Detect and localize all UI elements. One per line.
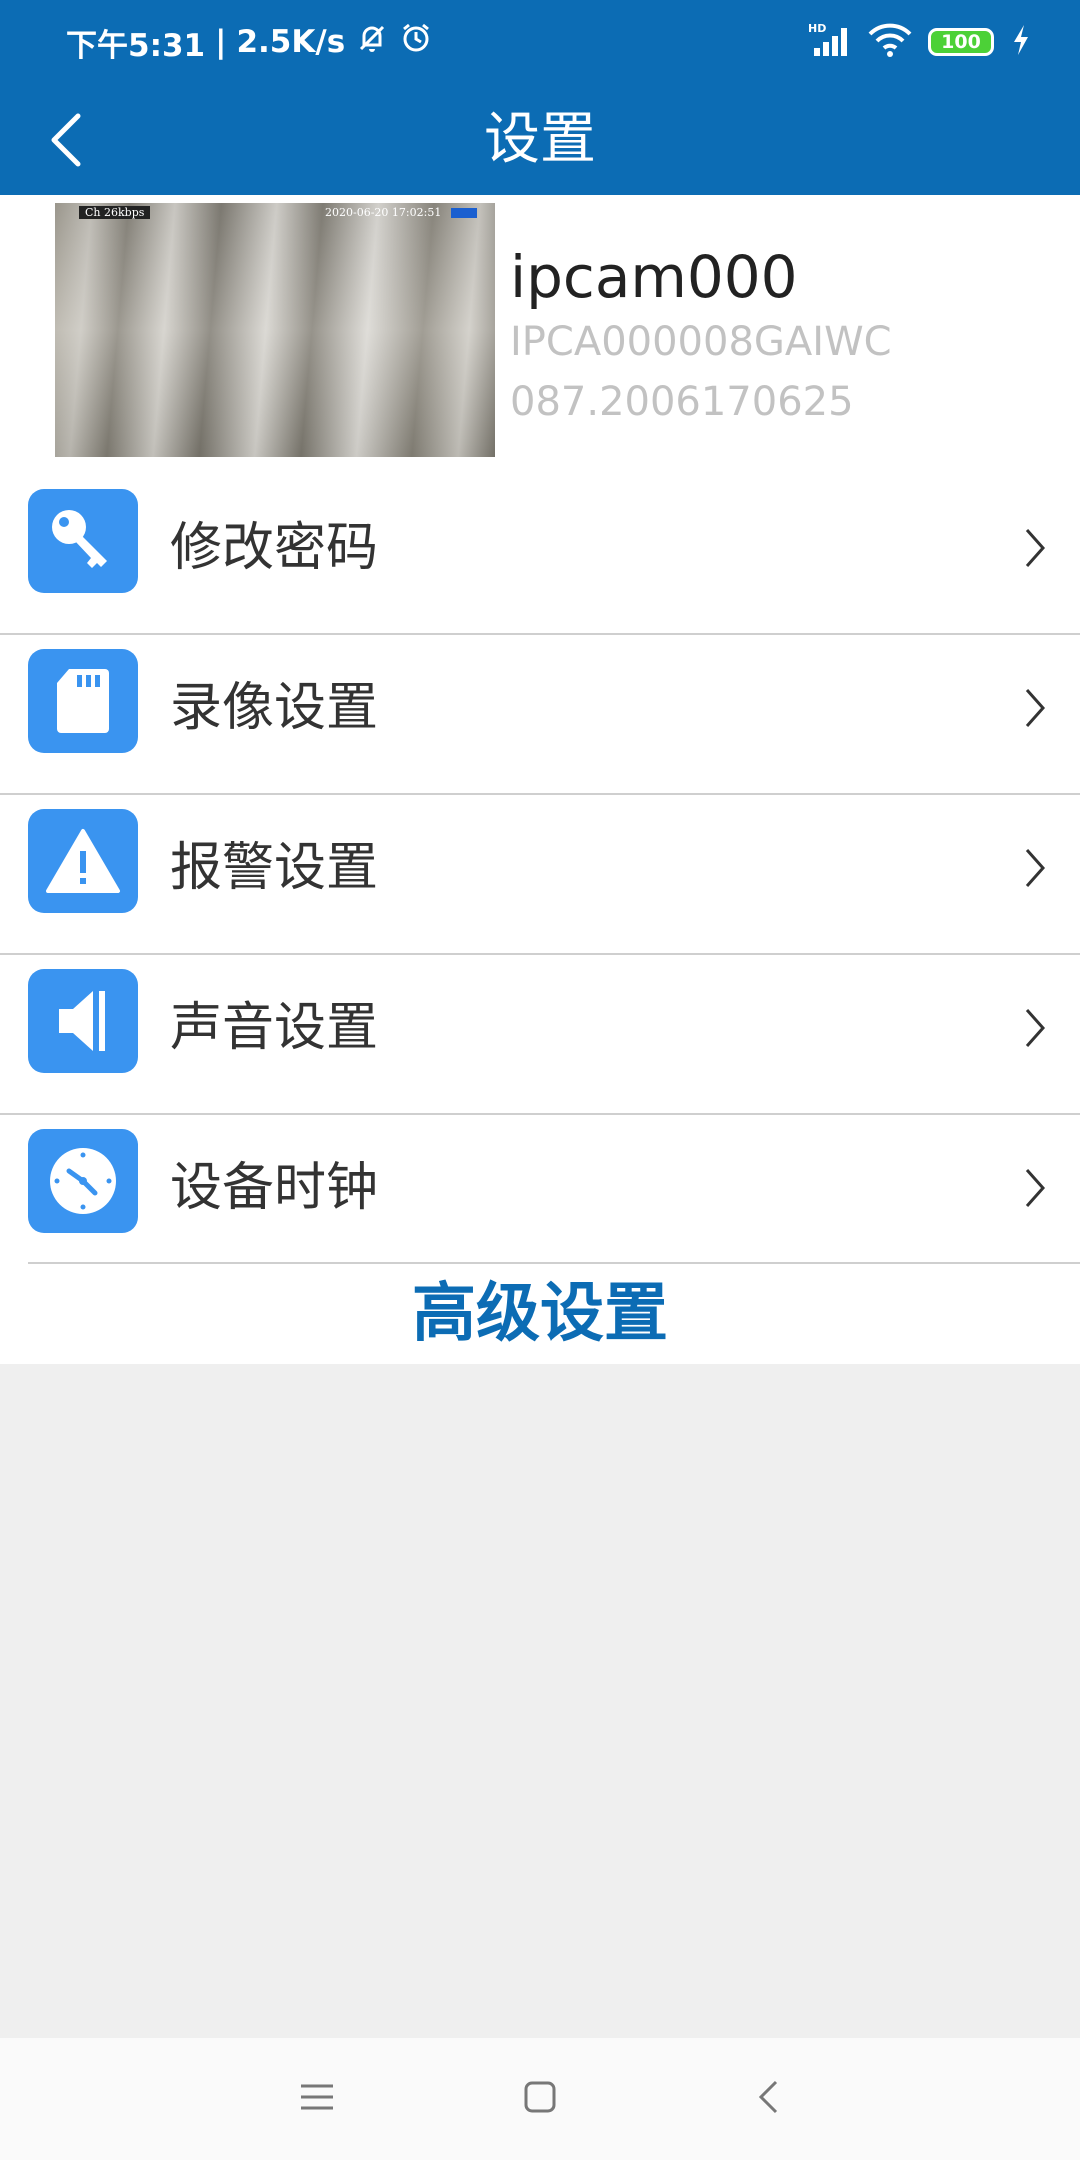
top-bar: 下午5:31 | 2.5K/s HD 100 设置 [0, 0, 1080, 195]
settings-menu: 修改密码 录像设置 报警设置 声音设置 设备时钟 [0, 475, 1080, 1275]
signal-icon: HD [808, 22, 852, 62]
advanced-settings-section: 高级设置 [0, 1262, 1080, 1364]
status-time: 下午5:31 [66, 27, 206, 64]
sd-card-icon [28, 649, 138, 753]
device-name: ipcam000 [510, 243, 798, 311]
menu-label: 声音设置 [170, 998, 379, 1058]
back-arrow-icon [46, 112, 86, 172]
nav-home-button[interactable] [505, 2064, 575, 2134]
menu-item-sound-settings[interactable]: 声音设置 [0, 955, 1080, 1115]
battery-indicator: 100 [928, 28, 994, 56]
preview-osd-rate: Ch 26kbps [79, 206, 151, 219]
camera-preview-thumbnail[interactable]: Ch 26kbps 2020-06-20 17:02:51 [55, 203, 495, 457]
menu-label: 修改密码 [170, 518, 379, 578]
svg-text:HD: HD [808, 22, 826, 35]
status-right: HD 100 [808, 20, 1032, 64]
chevron-right-icon [1020, 843, 1050, 893]
preview-osd-badge [451, 208, 477, 218]
nav-back-button[interactable] [733, 2064, 803, 2134]
chevron-right-icon [1020, 683, 1050, 733]
menu-item-change-password[interactable]: 修改密码 [0, 475, 1080, 635]
nav-menu-button[interactable] [282, 2064, 352, 2134]
device-info-panel: Ch 26kbps 2020-06-20 17:02:51 ipcam000 I… [0, 195, 1080, 475]
warning-icon [28, 809, 138, 913]
divider [28, 1262, 1080, 1264]
system-nav-bar [0, 2038, 1080, 2160]
key-icon [28, 489, 138, 593]
menu-label: 报警设置 [170, 838, 379, 898]
preview-osd-time: 2020-06-20 17:02:51 [325, 206, 442, 219]
menu-label: 设备时钟 [170, 1158, 379, 1218]
chevron-right-icon [1020, 1003, 1050, 1053]
device-firmware-version: 087.2006170625 [510, 379, 854, 425]
alarm-icon [399, 21, 433, 63]
page-title: 设置 [484, 107, 596, 172]
home-square-icon [523, 2080, 557, 2118]
menu-item-device-clock[interactable]: 设备时钟 [0, 1115, 1080, 1275]
mute-icon [355, 21, 389, 63]
charging-icon [1010, 23, 1032, 61]
status-divider: | [215, 24, 227, 60]
wifi-icon [868, 22, 912, 62]
menu-label: 录像设置 [170, 678, 379, 738]
status-left: 下午5:31 | 2.5K/s [66, 20, 433, 64]
device-uid: IPCA000008GAIWC [510, 319, 892, 365]
back-button[interactable] [26, 102, 106, 182]
clock-icon [28, 1129, 138, 1233]
advanced-settings-button[interactable]: 高级设置 [0, 1266, 1080, 1362]
status-bar: 下午5:31 | 2.5K/s HD 100 [0, 0, 1080, 84]
nav-back-icon [756, 2079, 780, 2119]
menu-item-alarm-settings[interactable]: 报警设置 [0, 795, 1080, 955]
chevron-right-icon [1020, 523, 1050, 573]
status-net-speed: 2.5K/s [236, 24, 346, 60]
app-bar: 设置 [0, 84, 1080, 195]
menu-icon [299, 2082, 335, 2116]
speaker-icon [28, 969, 138, 1073]
chevron-right-icon [1020, 1163, 1050, 1213]
menu-item-record-settings[interactable]: 录像设置 [0, 635, 1080, 795]
